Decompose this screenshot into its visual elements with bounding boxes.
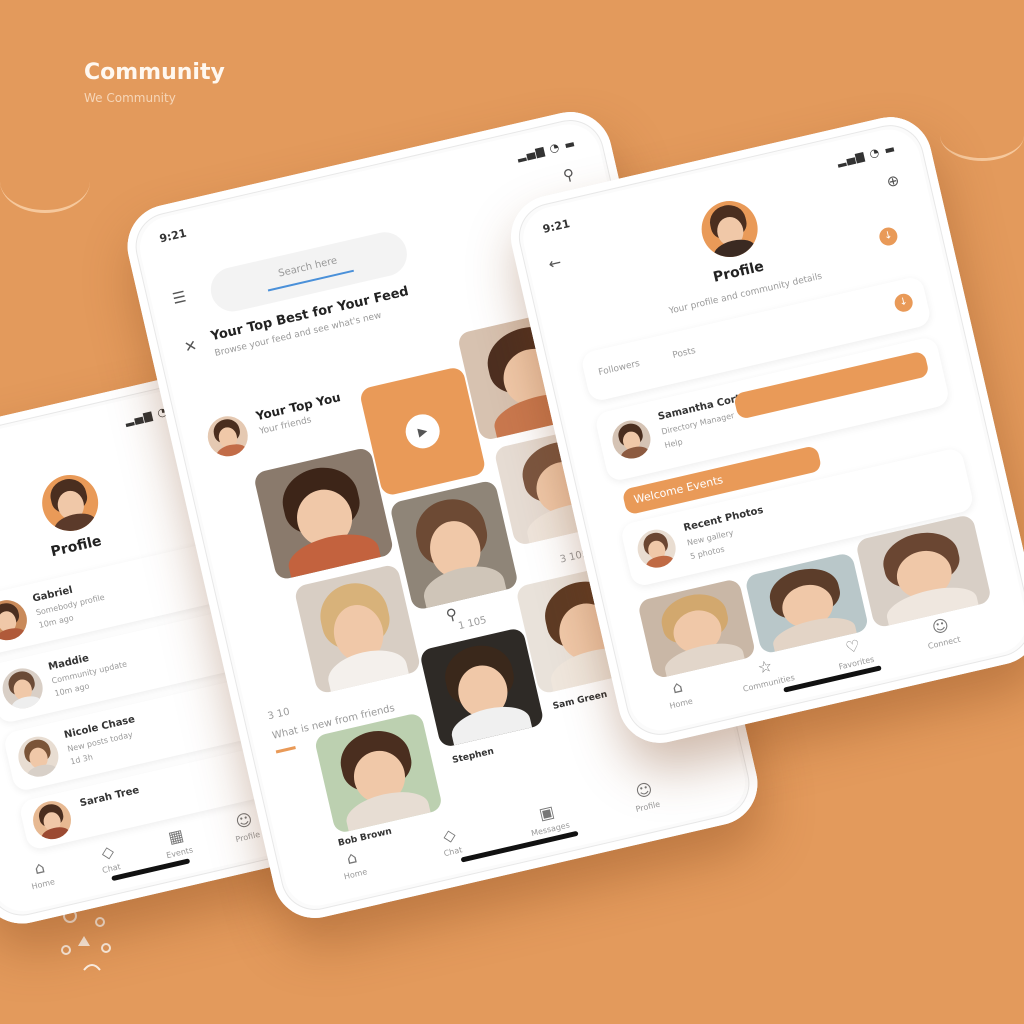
home-icon: ⌂ (670, 676, 685, 698)
nav-home[interactable]: ⌂ Home (646, 671, 711, 715)
feed-photo[interactable] (418, 626, 545, 749)
home-icon: ⌂ (344, 847, 359, 869)
play-button[interactable]: ▶ (402, 410, 444, 452)
avatar (14, 732, 63, 781)
brand-title: Community (84, 60, 225, 85)
avatar (608, 416, 655, 463)
search-input[interactable]: Search here (209, 240, 406, 296)
back-arrow-icon[interactable]: ← (540, 249, 569, 278)
video-tile[interactable]: ▶ (358, 365, 487, 497)
status-time: 9:21 (158, 226, 188, 246)
section-underline (275, 746, 296, 754)
stat-badge[interactable]: ↓ (892, 291, 915, 314)
avatar (0, 596, 31, 645)
menu-icon[interactable]: ☰ (165, 283, 194, 312)
search-icon[interactable]: ⚲ (554, 160, 583, 189)
heart-icon: ♡ (843, 635, 862, 658)
profile-avatar (36, 469, 104, 537)
home-icon: ⌂ (32, 857, 47, 879)
nav-connect[interactable]: ☺ Connect (909, 610, 974, 654)
person-name: Stephen (451, 746, 495, 766)
brand-subtitle: We Community (84, 91, 176, 105)
feed-photo[interactable] (293, 563, 422, 695)
profile-avatar (696, 195, 764, 263)
stat-label: Followers (597, 358, 641, 379)
nav-events[interactable]: ▦ Events (144, 820, 209, 864)
status-time: 9:21 (541, 217, 572, 236)
nav-profile[interactable]: ☺ Profile (613, 774, 678, 818)
decorative-arc-left (0, 150, 90, 213)
play-icon: ▶ (416, 423, 429, 440)
count-label: 3 10 (266, 706, 291, 723)
feed-photo[interactable] (389, 479, 520, 611)
chat-icon: ◇ (99, 841, 116, 863)
event-meta: 5 photos (689, 544, 726, 562)
list-item-meta: 1d 3h (69, 752, 94, 767)
connect-icon: ☺ (930, 615, 951, 638)
decorative-arc-right (940, 110, 1024, 161)
calendar-icon: ▦ (166, 825, 186, 848)
signal-icon: ▂▄▆ ◔ ▬ (515, 136, 578, 163)
decorative-dots-icon (61, 909, 111, 971)
person-meta: Help (663, 437, 684, 451)
feed-photo[interactable] (252, 446, 395, 581)
status-bar: ▂▄▆ ◔ ▬ (0, 401, 186, 478)
signal-icon: ▂▄▆ ◔ ▬ (835, 141, 898, 168)
nav-home[interactable]: ⌂ Home (8, 852, 73, 896)
user-icon: ☺ (633, 779, 655, 802)
person-name: Sam Green (551, 689, 609, 712)
nav-home[interactable]: ⌂ Home (320, 842, 385, 886)
avatar (0, 664, 47, 713)
chat-icon: ◇ (441, 824, 458, 846)
stat-label: Posts (671, 345, 697, 361)
download-icon[interactable]: ⊕ (879, 167, 908, 196)
avatar (633, 525, 680, 572)
list-item-name: Sarah Tree (78, 784, 141, 810)
feed-avatar (203, 412, 252, 461)
close-icon[interactable]: ✕ (176, 332, 205, 361)
brand: Community We Community (84, 60, 225, 105)
